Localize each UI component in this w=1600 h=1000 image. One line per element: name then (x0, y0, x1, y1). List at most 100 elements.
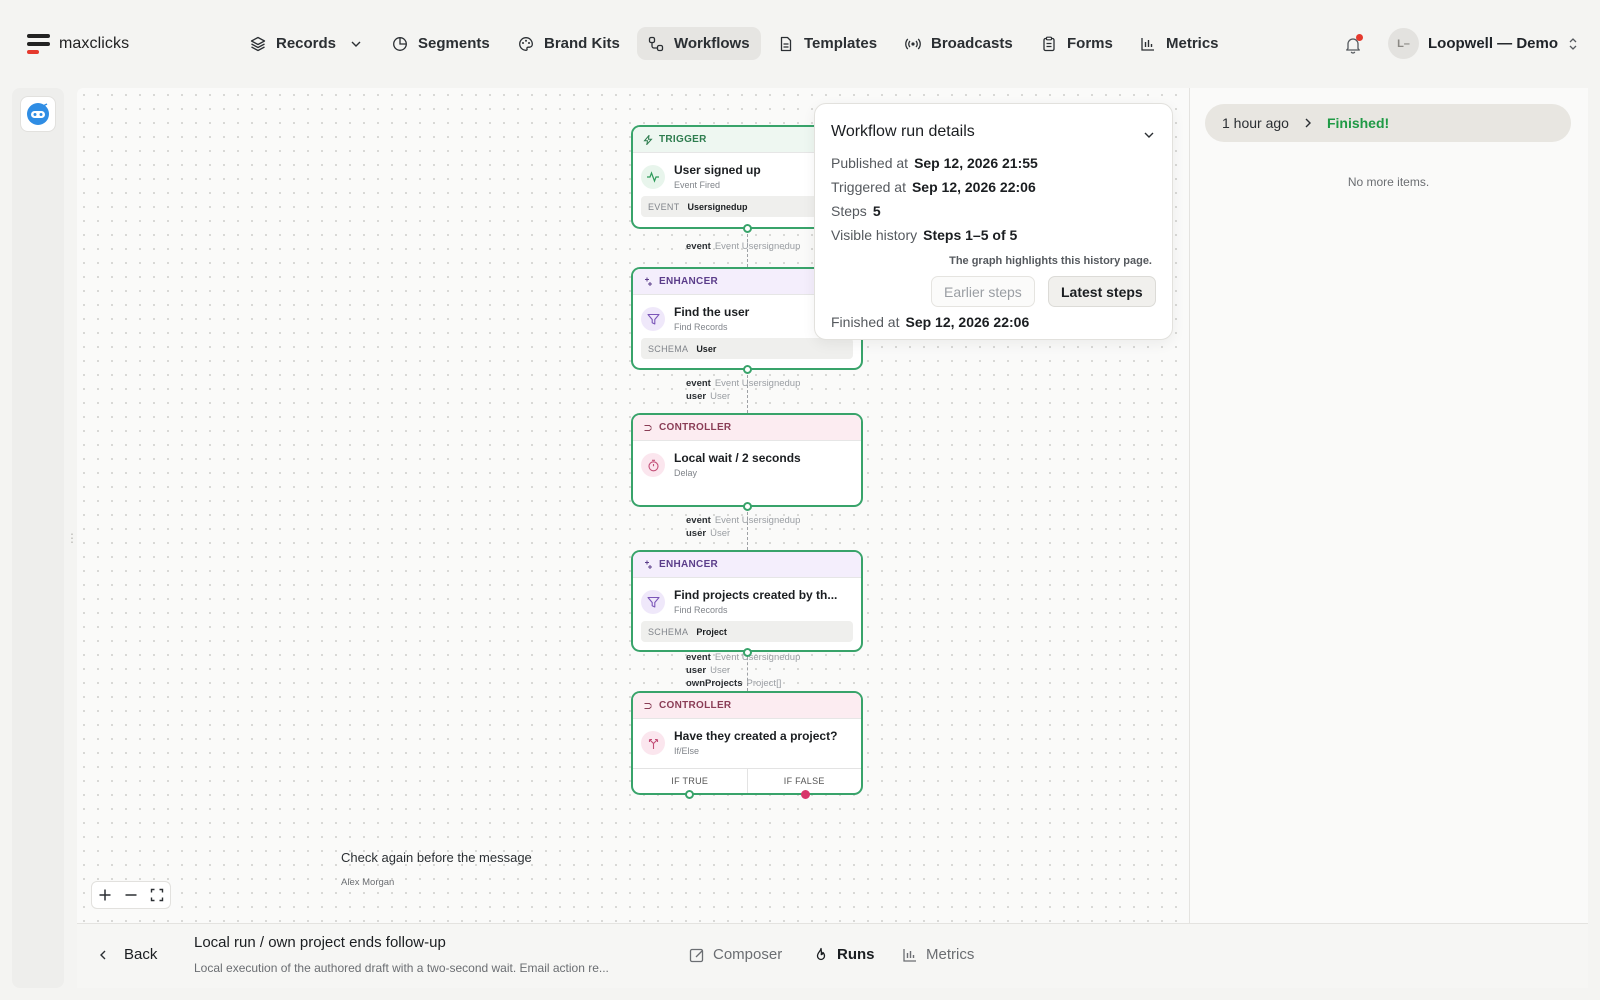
top-nav-bar: maxclicks Records Segments Brand Kits Wo… (0, 0, 1600, 88)
edge-field-value: Event Usersignedup (714, 241, 801, 252)
filter-icon (646, 596, 660, 608)
tab-metrics[interactable]: Metrics (902, 946, 974, 963)
bolt-icon (643, 134, 653, 145)
logo-icon (27, 34, 50, 54)
workflow-node-controller[interactable]: CONTROLLER Have they created a project? … (631, 691, 863, 795)
node-category: ENHANCER (659, 276, 719, 287)
workflow-title: Local run / own project ends follow-up (194, 934, 446, 951)
left-rail (12, 88, 64, 988)
earlier-steps-button[interactable]: Earlier steps (931, 276, 1035, 307)
edge-payload: event Event Usersignedup user User (686, 377, 800, 403)
nav-segments[interactable]: Segments (381, 27, 501, 60)
composer-icon (689, 948, 704, 962)
output-port[interactable] (743, 365, 752, 374)
edge-field-key: event (686, 652, 711, 663)
workflow-icon (648, 36, 664, 51)
node-title: Local wait / 2 seconds (674, 451, 801, 465)
steps-label: Steps (831, 203, 867, 219)
node-title: Find the user (674, 305, 750, 319)
run-list-item[interactable]: 1 hour ago Finished! (1205, 104, 1571, 142)
nav-brand-kits[interactable]: Brand Kits (507, 27, 631, 60)
tab-composer[interactable]: Composer (689, 946, 782, 963)
output-port[interactable] (743, 502, 752, 511)
edge-field: user User (686, 390, 800, 403)
node-config-chip: SCHEMA Project (641, 621, 853, 642)
output-port[interactable] (743, 224, 752, 233)
zoom-out-button[interactable] (118, 882, 144, 908)
nav-metrics[interactable]: Metrics (1129, 27, 1230, 60)
edge-field-key: event (686, 378, 711, 389)
triggered-label: Triggered at (831, 179, 906, 195)
published-label: Published at (831, 155, 909, 171)
node-icon-wrap (641, 590, 665, 614)
nav-records-label: Records (276, 35, 337, 52)
chip-key: SCHEMA (648, 343, 689, 354)
node-body: Have they created a project? If/Else (633, 719, 861, 756)
clipboard-icon (1043, 36, 1055, 51)
node-icon-wrap (641, 731, 665, 755)
back-button[interactable]: Back (98, 946, 157, 963)
true-port[interactable] (685, 790, 694, 799)
run-status: Finished! (1326, 115, 1390, 131)
node-subtitle: Delay (674, 468, 698, 478)
false-port[interactable] (801, 790, 810, 799)
brand-logo[interactable]: maxclicks (27, 33, 129, 55)
node-body: Find projects created by th... Find Reco… (633, 578, 861, 615)
zoom-in-button[interactable] (92, 882, 118, 908)
tab-runs-label: Runs (837, 946, 875, 963)
runs-panel (1189, 88, 1588, 923)
run-details-title: Workflow run details (831, 123, 975, 140)
plus-icon (99, 889, 111, 901)
node-header: CONTROLLER (633, 693, 861, 719)
edge-field-key: user (686, 665, 707, 676)
edge-field: event Event Usersignedup (686, 240, 800, 253)
canvas-note-title[interactable]: Check again before the message (341, 850, 532, 865)
bar-chart-icon (903, 948, 916, 962)
run-time: 1 hour ago (1222, 115, 1289, 131)
zoom-controls (91, 881, 171, 909)
edge-field-value: User (710, 391, 731, 402)
finished-label: Finished at (831, 314, 900, 330)
published-value: Sep 12, 2026 21:55 (914, 155, 1038, 171)
nav-templates-label: Templates (804, 35, 878, 52)
layers-icon (250, 36, 266, 51)
nav-records[interactable]: Records (239, 27, 375, 60)
edge-field: ownProjects Project[] (686, 677, 800, 690)
node-header: ENHANCER (633, 552, 861, 578)
workflow-node-enhancer[interactable]: ENHANCER Find projects created by th... … (631, 550, 863, 652)
edge-payload: event Event Usersignedup (686, 240, 800, 253)
chevron-left-icon (100, 950, 106, 959)
nav-workflows[interactable]: Workflows (637, 27, 761, 60)
pulse-icon (647, 171, 659, 183)
sparkle-icon (645, 560, 652, 569)
workflow-description: Local execution of the authored draft wi… (194, 961, 609, 975)
finished-row: Finished at Sep 12, 2026 22:06 (831, 314, 1029, 330)
edge-field-value: User (710, 528, 731, 539)
node-subtitle: Find Records (674, 605, 728, 615)
tab-runs[interactable]: Runs (813, 946, 875, 963)
chevron-down-icon[interactable] (1142, 128, 1156, 142)
nav-templates[interactable]: Templates (767, 27, 888, 60)
account-switcher[interactable]: L– Loopwell — Demo (1388, 28, 1579, 59)
latest-steps-button[interactable]: Latest steps (1048, 276, 1156, 307)
fit-view-button[interactable] (144, 882, 170, 908)
node-category: CONTROLLER (659, 422, 732, 433)
node-title: Find projects created by th... (674, 588, 838, 602)
notification-dot (1356, 34, 1363, 41)
node-subtitle: Find Records (674, 322, 728, 332)
output-port[interactable] (743, 648, 752, 657)
sparkle-icon (645, 277, 652, 286)
edge-field: user User (686, 664, 800, 677)
node-category: TRIGGER (659, 134, 707, 145)
history-value: Steps 1–5 of 5 (923, 227, 1018, 243)
robot-icon (27, 103, 49, 125)
edge-payload: event Event Usersignedup user User (686, 514, 800, 540)
workflow-node-controller[interactable]: CONTROLLER Local wait / 2 seconds Delay (631, 413, 863, 507)
edge-field: event Event Usersignedup (686, 377, 800, 390)
nav-forms[interactable]: Forms (1030, 27, 1124, 60)
avatar: L– (1388, 28, 1419, 59)
nav-broadcasts[interactable]: Broadcasts (894, 27, 1024, 60)
palette-icon (519, 36, 533, 51)
assistant-button[interactable] (20, 96, 56, 132)
edge-field-key: user (686, 391, 707, 402)
